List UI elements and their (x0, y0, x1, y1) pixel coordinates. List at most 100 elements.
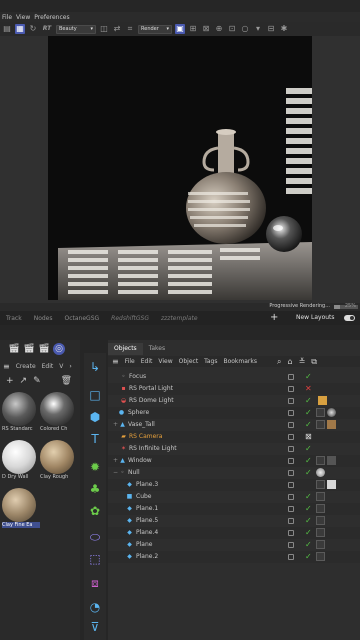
visibility-dots[interactable] (288, 530, 294, 536)
phong-tag-icon[interactable] (316, 408, 325, 417)
crop-icon[interactable]: ⌗ (125, 24, 135, 34)
material-item[interactable]: RS Standarc (2, 392, 40, 432)
zoom-icon[interactable]: ⊕ (214, 24, 224, 34)
render-viewport[interactable] (0, 36, 360, 303)
new-window-icon[interactable]: ⧉ (311, 357, 317, 367)
field-icon[interactable]: ⧈ (87, 575, 103, 591)
check-icon[interactable]: ✓ (305, 456, 312, 465)
objects-menu-object[interactable]: Object (179, 358, 199, 365)
material-tag-icon[interactable] (316, 468, 325, 477)
render-mode-dropdown[interactable]: Render ▾ (138, 24, 172, 34)
layout-tab-nodes[interactable]: Nodes (28, 315, 59, 322)
object-row[interactable]: ◆ Plane.2 ✓ (108, 551, 360, 563)
chevron-right-icon[interactable]: › (69, 363, 71, 370)
visibility-dots[interactable] (288, 374, 294, 380)
object-row[interactable]: ◆ Plane.4 ✓ (108, 527, 360, 539)
tab-takes[interactable]: Takes (143, 343, 171, 355)
more-dropdown-icon[interactable]: ▾ (253, 24, 263, 34)
collapse-icon[interactable]: − (112, 469, 119, 476)
check-icon[interactable]: ✓ (305, 420, 312, 429)
check-icon[interactable]: ✓ (305, 444, 312, 453)
menu-file[interactable]: File (2, 14, 12, 21)
phong-tag-icon[interactable] (316, 552, 325, 561)
visibility-dots[interactable] (288, 410, 294, 416)
menu-view[interactable]: View (16, 14, 30, 21)
rt-toggle[interactable]: RT (41, 24, 53, 34)
check-icon[interactable]: ✓ (305, 528, 312, 537)
floor-icon[interactable]: ⊽ (87, 619, 103, 635)
fit-icon[interactable]: ⊡ (227, 24, 237, 34)
object-row[interactable]: ◦ Focus ✓ (108, 371, 360, 383)
material-menu-edit[interactable]: Edit (42, 363, 54, 370)
object-row[interactable]: ■ Cube ✓ (108, 491, 360, 503)
object-row[interactable]: ▰ RS Camera ⊠ (108, 431, 360, 443)
text-tool-icon[interactable]: T (87, 431, 103, 447)
cloner-icon[interactable]: ♣ (87, 481, 103, 497)
add-icon[interactable]: + (6, 376, 14, 386)
object-row[interactable]: − ◦ Null ✓ (108, 467, 360, 479)
object-row[interactable]: ✶ RS Infinite Light ✓ (108, 443, 360, 455)
visibility-dots[interactable] (288, 458, 294, 464)
clapper-icon[interactable]: 🎬︎ (38, 343, 50, 355)
effector-icon[interactable]: ✿ (87, 503, 103, 519)
object-row[interactable]: ▪ RS Portal Light ✕ (108, 383, 360, 395)
visibility-dots[interactable] (288, 506, 294, 512)
check-icon[interactable]: ✓ (305, 372, 312, 381)
camera-scene-icon[interactable]: ◔ (87, 599, 103, 615)
tab-objects[interactable]: Objects (108, 343, 143, 355)
target-tag-icon[interactable]: ⊠ (305, 432, 314, 441)
objects-menu-edit[interactable]: Edit (141, 358, 153, 365)
disabled-x-icon[interactable]: ✕ (305, 384, 312, 393)
object-row[interactable]: + ▲ Window ✓ (108, 455, 360, 467)
arrow-icon[interactable]: ↗ (20, 376, 28, 386)
object-row[interactable]: ● Sphere ✓ (108, 407, 360, 419)
ab-icon[interactable]: ⇄ (112, 24, 122, 34)
check-icon[interactable]: ✓ (305, 552, 312, 561)
object-row[interactable]: ◆ Plane.1 ✓ (108, 503, 360, 515)
check-icon[interactable]: ✓ (305, 516, 312, 525)
compare-icon[interactable]: ◫ (99, 24, 109, 34)
material-item[interactable]: Clay Rough (40, 440, 78, 480)
objects-menu-view[interactable]: View (158, 358, 172, 365)
eyedropper-icon[interactable]: ✎ (33, 376, 41, 386)
channels-icon[interactable]: ⊠ (201, 24, 211, 34)
layout-tab-track[interactable]: Track (0, 315, 28, 322)
expand-icon[interactable]: + (112, 421, 119, 428)
visibility-dots[interactable] (288, 518, 294, 524)
material-item[interactable]: Colored Ch (40, 392, 78, 432)
select-tool-icon[interactable]: ↳ (87, 359, 103, 375)
expand-icon[interactable]: + (112, 457, 119, 464)
object-row[interactable]: + ▲ Vase_Tall ✓ (108, 419, 360, 431)
phong-tag-icon[interactable] (316, 420, 325, 429)
hamburger-menu-icon[interactable]: ≡ (3, 362, 10, 371)
layout-tab-redshiftgsg[interactable]: RedshiftGSG (105, 315, 155, 322)
refresh-icon[interactable]: ↻ (28, 24, 38, 34)
clapper-icon[interactable]: 🎬︎ (8, 343, 20, 355)
material-item-selected[interactable]: Clay Fine Ea (2, 488, 40, 528)
material-ball-icon[interactable]: ◎ (53, 343, 65, 355)
check-icon[interactable]: ✓ (305, 540, 312, 549)
volume-icon[interactable]: ⬭ (87, 529, 103, 545)
material-tag-icon[interactable] (327, 456, 336, 465)
phong-tag-icon[interactable] (316, 456, 325, 465)
sphere-preview-icon[interactable]: ○ (240, 24, 250, 34)
add-layout-button[interactable]: + (270, 311, 278, 325)
lock-icon[interactable]: ▣ (175, 24, 185, 34)
object-row[interactable]: ◆ Plane ✓ (108, 539, 360, 551)
visibility-dots[interactable] (288, 542, 294, 548)
visibility-dots[interactable] (288, 434, 294, 440)
visibility-dots[interactable] (288, 386, 294, 392)
visibility-dots[interactable] (288, 482, 294, 488)
visibility-dots[interactable] (288, 422, 294, 428)
settings-icon[interactable]: ✱ (279, 24, 289, 34)
objects-menu-file[interactable]: File (125, 358, 135, 365)
object-row[interactable]: ◆ Plane.5 ✓ (108, 515, 360, 527)
check-icon[interactable]: ✓ (305, 504, 312, 513)
hamburger-menu-icon[interactable]: ≡ (112, 357, 119, 366)
phong-tag-icon[interactable] (316, 480, 325, 489)
material-item[interactable]: D Dry Wall (2, 440, 40, 480)
objects-menu-bookmarks[interactable]: Bookmarks (223, 358, 257, 365)
home-icon[interactable]: ⌂ (287, 357, 292, 366)
new-layouts-label[interactable]: New Layouts (296, 311, 335, 325)
split-icon[interactable]: ⊞ (188, 24, 198, 34)
